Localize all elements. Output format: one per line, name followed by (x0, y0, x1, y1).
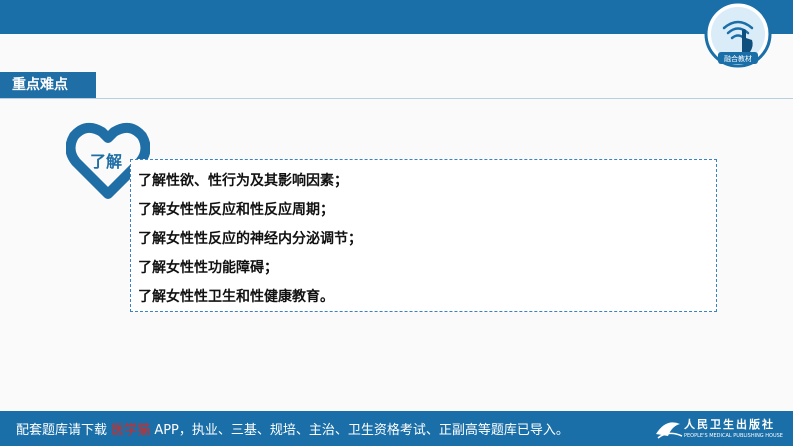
publisher-subtitle: PEOPLE'S MEDICAL PUBLISHING HOUSE (684, 433, 783, 439)
section-divider (0, 98, 793, 99)
list-item: 了解女性性功能障碍； (138, 260, 278, 276)
list-item: 了解女性性卫生和性健康教育。 (138, 289, 334, 305)
list-item: 了解女性性反应的神经内分泌调节； (138, 231, 362, 247)
list-item: 了解性欲、性行为及其影响因素； (138, 173, 348, 189)
publisher-name: 人民卫生出版社 (684, 418, 775, 431)
objectives-list: 了解性欲、性行为及其影响因素； 了解女性性反应和性反应周期； 了解女性性反应的神… (138, 171, 362, 316)
footer-prefix: 配套题库请下载 (16, 423, 108, 438)
understand-label: 了解 (90, 152, 123, 171)
section-title: 重点难点 (0, 72, 96, 98)
badge-label: 融合教材 (724, 54, 752, 63)
app-name-link[interactable]: 医学猫 (111, 423, 150, 438)
list-item: 了解女性性反应和性反应周期； (138, 202, 334, 218)
integrated-textbook-badge: 融合教材 (704, 0, 772, 68)
top-banner (0, 0, 793, 34)
footer-suffix: APP，执业、三基、规培、主治、卫生资格考试、正副高等题库已导入。 (154, 423, 569, 438)
footer-notice: 配套题库请下载 医学猫 APP，执业、三基、规培、主治、卫生资格考试、正副高等题… (16, 419, 569, 438)
